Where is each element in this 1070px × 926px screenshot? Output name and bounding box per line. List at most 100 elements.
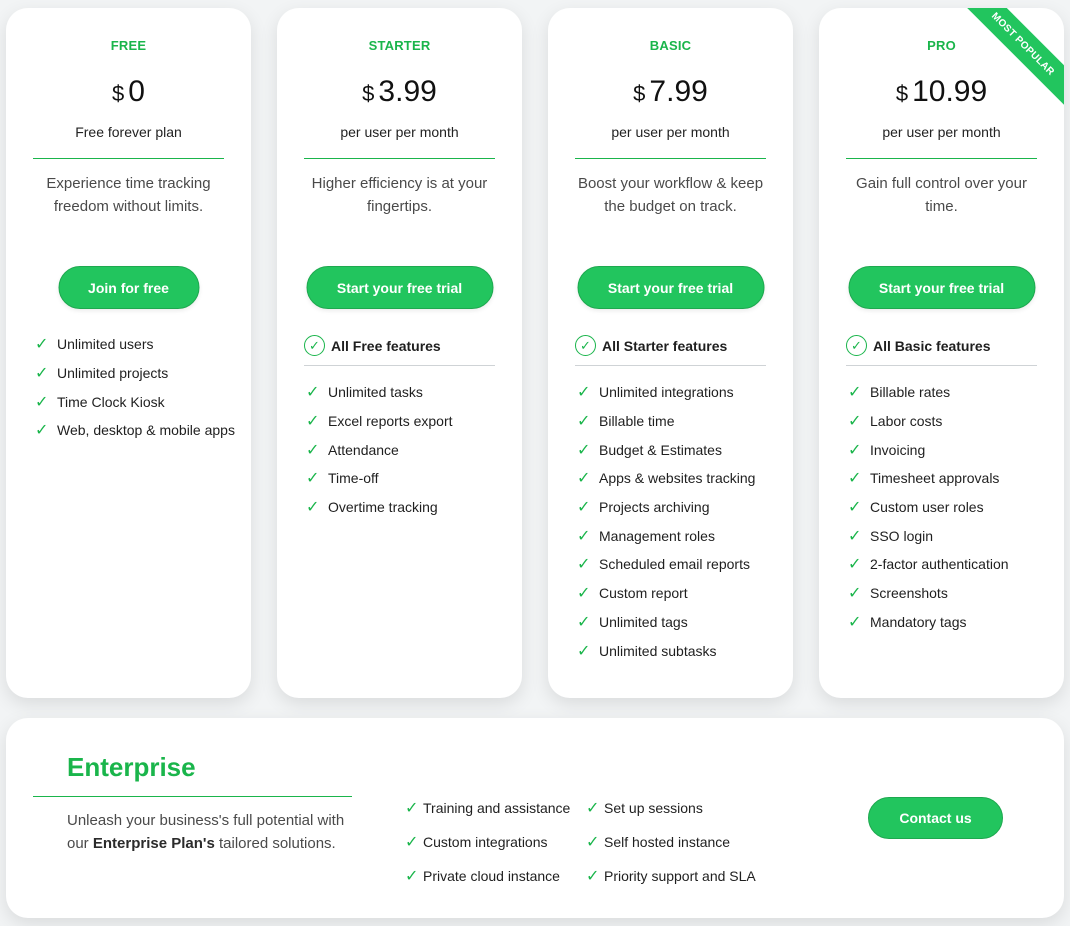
feature-label: Attendance: [328, 441, 399, 458]
feature-label: Scheduled email reports: [599, 556, 750, 573]
feature-list: ✓ Unlimited tasks ✓ Excel reports export ✓…: [306, 378, 512, 521]
feature-label: Unlimited users: [57, 336, 154, 353]
enterprise-feature: ✓ Priority support and SLA: [586, 866, 756, 886]
feature-label: Screenshots: [870, 585, 948, 602]
check-icon: ✓: [848, 413, 862, 431]
feature-item: ✓ Apps & websites tracking: [577, 464, 783, 493]
check-icon: ✓: [35, 336, 49, 354]
plan-price: $3.99: [277, 74, 522, 115]
check-circle-icon: ✓: [575, 335, 596, 356]
check-icon: ✓: [848, 556, 862, 574]
feature-label: Custom report: [599, 585, 688, 602]
feature-item: ✓ Timesheet approvals: [848, 464, 1054, 493]
feature-label: Time Clock Kiosk: [57, 393, 165, 410]
check-icon: ✓: [586, 834, 600, 851]
plan-period: per user per month: [611, 124, 730, 140]
feature-label: Billable time: [599, 413, 675, 430]
check-icon: ✓: [577, 470, 591, 488]
check-icon: ✓: [577, 585, 591, 603]
feature-label: Management roles: [599, 527, 715, 544]
feature-item: ✓ Invoicing: [848, 435, 1054, 464]
check-icon: ✓: [405, 834, 419, 851]
enterprise-feature: ✓ Set up sessions: [586, 798, 703, 818]
enterprise-feature: ✓ Custom integrations: [405, 832, 548, 852]
feature-label: Training and assistance: [423, 800, 571, 816]
check-icon: ✓: [577, 413, 591, 431]
plan-period: per user per month: [340, 124, 459, 140]
feature-label: Self hosted instance: [604, 834, 731, 850]
check-icon: ✓: [577, 499, 591, 517]
included-features-header: ✓ All Starter features: [575, 335, 766, 366]
feature-label: Web, desktop & mobile apps: [57, 422, 235, 439]
check-icon: ✓: [586, 868, 600, 885]
check-icon: ✓: [306, 441, 320, 459]
check-icon: ✓: [848, 441, 862, 459]
feature-item: ✓ Custom user roles: [848, 493, 1054, 522]
included-label: All Free features: [331, 338, 441, 354]
check-icon: ✓: [306, 470, 320, 488]
feature-item: ✓ Excel reports export: [306, 407, 512, 436]
feature-label: Unlimited tasks: [328, 384, 423, 401]
plan-price: $7.99: [548, 74, 793, 115]
feature-label: Overtime tracking: [328, 499, 438, 516]
feature-label: Priority support and SLA: [604, 868, 756, 884]
check-icon: ✓: [577, 556, 591, 574]
enterprise-desc-text: tailored solutions.: [214, 834, 336, 852]
join-for-free-button[interactable]: Join for free: [58, 266, 199, 309]
check-icon: ✓: [35, 365, 49, 383]
plan-price: $0: [6, 74, 251, 115]
plan-name: PRO: [927, 38, 956, 53]
check-icon: ✓: [577, 384, 591, 402]
plan-name: STARTER: [368, 38, 431, 53]
currency-symbol: $: [112, 81, 125, 106]
feature-label: Budget & Estimates: [599, 441, 722, 458]
check-icon: ✓: [848, 499, 862, 517]
plan-price: $10.99: [819, 74, 1064, 115]
check-icon: ✓: [306, 499, 320, 517]
start-free-trial-button[interactable]: Start your free trial: [577, 266, 764, 309]
feature-item: ✓ 2-factor authentication: [848, 550, 1054, 579]
enterprise-description: Unleash your business's full potential w…: [67, 810, 347, 855]
feature-item: ✓ Overtime tracking: [306, 493, 512, 522]
feature-item: ✓ Projects archiving: [577, 493, 783, 522]
plan-description: Higher efficiency is at your fingertips.: [311, 175, 488, 215]
feature-label: Apps & websites tracking: [599, 470, 756, 487]
check-icon: ✓: [35, 422, 49, 440]
plan-name: FREE: [110, 38, 147, 53]
start-free-trial-button[interactable]: Start your free trial: [848, 266, 1035, 309]
check-icon: ✓: [577, 441, 591, 459]
contact-us-button[interactable]: Contact us: [868, 797, 1003, 839]
plan-description: Boost your workflow & keep the budget on…: [577, 175, 764, 215]
check-circle-icon: ✓: [304, 335, 325, 356]
feature-label: Labor costs: [870, 413, 943, 430]
price-amount: 3.99: [378, 75, 437, 108]
feature-item: ✓ Web, desktop & mobile apps: [35, 416, 241, 445]
feature-label: Projects archiving: [599, 499, 710, 516]
feature-item: ✓ Time-off: [306, 464, 512, 493]
start-free-trial-button[interactable]: Start your free trial: [306, 266, 493, 309]
feature-label: Invoicing: [870, 441, 926, 458]
feature-label: Unlimited subtasks: [599, 642, 717, 659]
feature-label: Set up sessions: [604, 800, 703, 816]
enterprise-feature: ✓ Self hosted instance: [586, 832, 730, 852]
feature-item: ✓ Unlimited integrations: [577, 378, 783, 407]
enterprise-feature: ✓ Training and assistance: [405, 798, 570, 818]
currency-symbol: $: [362, 81, 375, 106]
feature-item: ✓ Mandatory tags: [848, 608, 1054, 637]
feature-label: Unlimited tags: [599, 613, 688, 630]
check-icon: ✓: [306, 413, 320, 431]
check-icon: ✓: [848, 585, 862, 603]
feature-label: Billable rates: [870, 384, 951, 401]
check-icon: ✓: [306, 384, 320, 402]
feature-item: ✓ Labor costs: [848, 407, 1054, 436]
check-icon: ✓: [577, 527, 591, 545]
check-icon: ✓: [848, 470, 862, 488]
enterprise-feature: ✓ Private cloud instance: [405, 866, 560, 886]
price-amount: 0: [128, 75, 145, 108]
feature-label: SSO login: [870, 527, 934, 544]
feature-list: ✓ Unlimited users ✓ Unlimited projects ✓ Ti…: [35, 330, 241, 445]
check-icon: ✓: [577, 642, 591, 660]
plan-card-starter: STARTER $3.99 per user per month Higher …: [277, 8, 522, 698]
feature-item: ✓ Billable rates: [848, 378, 1054, 407]
currency-symbol: $: [895, 81, 909, 106]
